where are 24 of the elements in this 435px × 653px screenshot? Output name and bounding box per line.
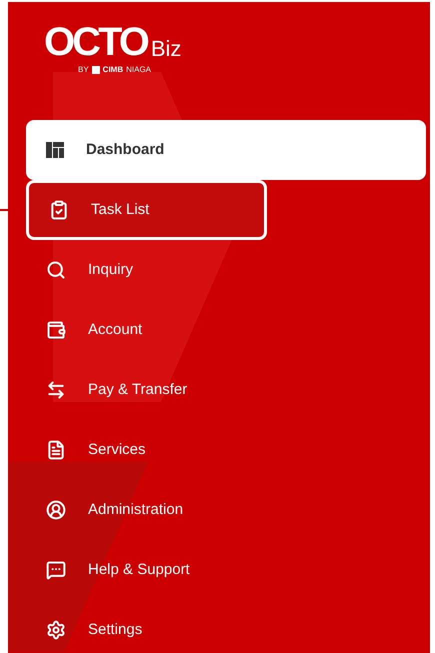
help-icon (46, 560, 66, 580)
byline-suffix: NIAGA (126, 64, 152, 76)
settings-icon (46, 620, 66, 640)
menu-item[interactable]: Inquiry (26, 240, 426, 300)
arrows-icon (46, 380, 66, 400)
wallet-icon (46, 320, 66, 340)
menu-item[interactable]: Dashboard (26, 120, 426, 180)
logo-suffix: Biz (150, 36, 182, 62)
logo-wordmark: OCTO (44, 22, 147, 62)
document-icon (46, 440, 66, 460)
menu-item[interactable]: Help & Support (26, 540, 426, 600)
search-icon (46, 260, 66, 280)
byline-brand: CIMB (102, 64, 124, 76)
dashboard-grid-icon (46, 142, 64, 158)
bank-logo-icon (92, 66, 100, 74)
byline-text: BY (78, 64, 89, 76)
menu-item[interactable]: Administration (26, 480, 426, 540)
menu-item[interactable]: Pay & Transfer (26, 360, 426, 420)
menu-item[interactable]: Services (26, 420, 426, 480)
clipboard-check-icon (49, 200, 69, 220)
menu-item[interactable]: Account (26, 300, 426, 360)
user-icon (46, 500, 66, 520)
menu-item[interactable]: Settings (26, 600, 426, 653)
menu-item[interactable]: Task List (26, 180, 267, 240)
